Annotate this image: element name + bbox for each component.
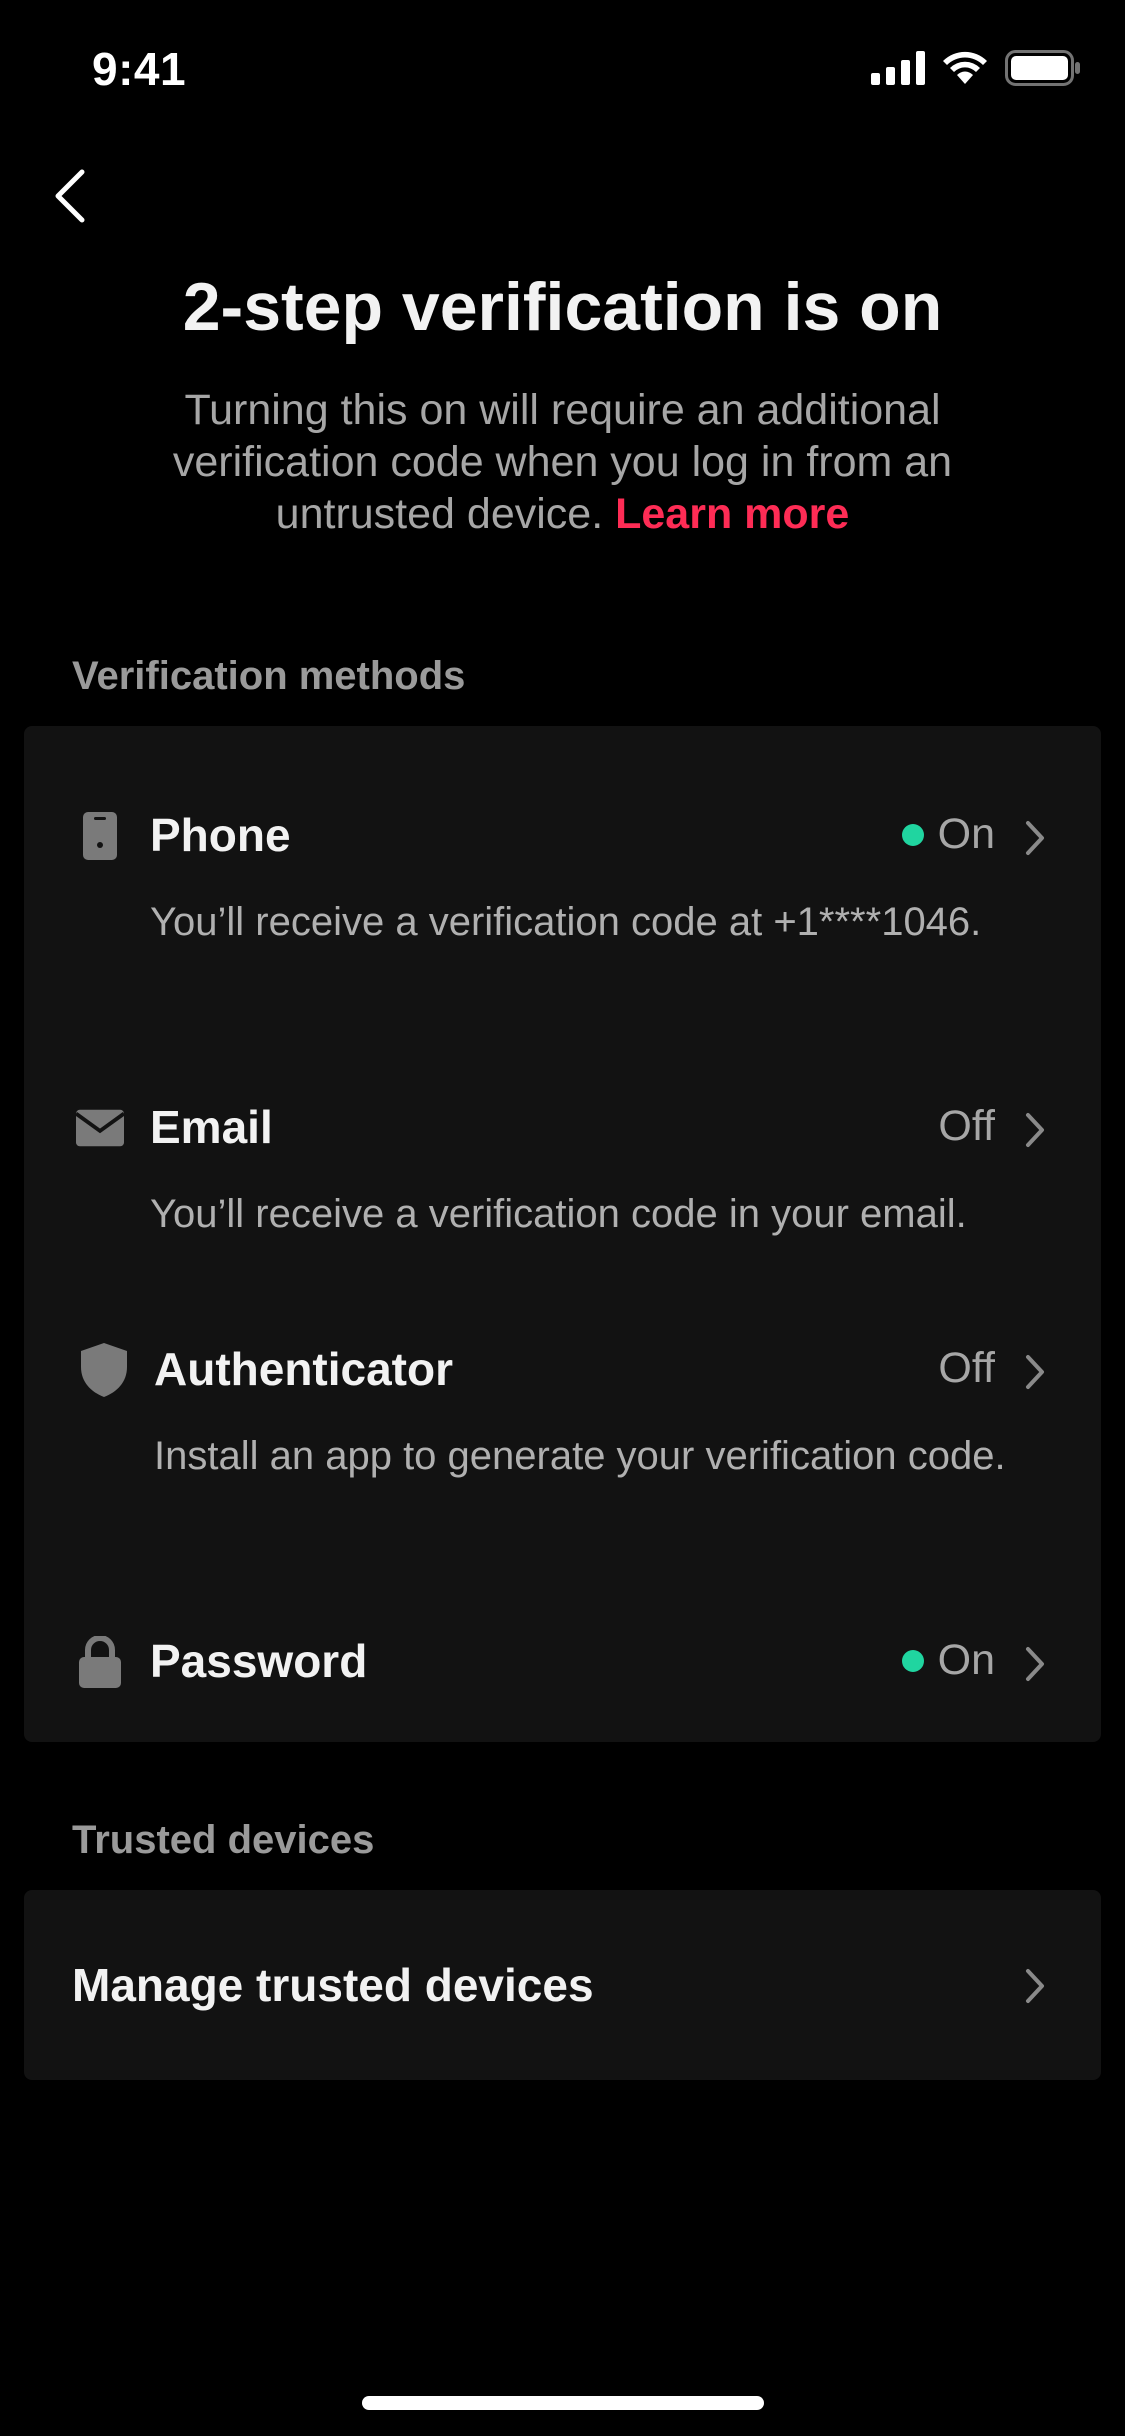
status-on-dot xyxy=(901,823,924,846)
trusted-devices-label: Trusted devices xyxy=(72,1818,375,1862)
back-button[interactable] xyxy=(40,160,100,236)
method-phone: Phone On You’ll receive a verification c… xyxy=(24,790,1101,1010)
phone-icon xyxy=(76,812,124,860)
envelope-icon xyxy=(76,1104,124,1152)
chevron-right-icon xyxy=(1023,1644,1059,1684)
lock-icon xyxy=(76,1636,124,1688)
chevron-left-icon xyxy=(52,168,88,229)
page-description: Turning this on will require an addition… xyxy=(140,384,985,540)
method-name: Authenticator xyxy=(154,1343,453,1395)
status-on-dot xyxy=(901,1649,924,1672)
page-title: 2-step verification is on xyxy=(182,269,943,345)
method-status: On xyxy=(901,1636,995,1685)
chevron-right-icon xyxy=(1023,1352,1059,1392)
method-authenticator-row[interactable]: Authenticator Off xyxy=(24,1324,1101,1414)
method-password: Password On xyxy=(24,1616,1101,1706)
battery-icon xyxy=(1005,50,1081,91)
status-text: Off xyxy=(938,1344,995,1392)
trusted-devices-card: Manage trusted devices xyxy=(24,1890,1101,2080)
method-email-row[interactable]: Email Off xyxy=(24,1082,1101,1172)
signal-icon xyxy=(871,51,925,90)
status-time: 9:41 xyxy=(92,43,187,95)
wifi-icon xyxy=(941,50,989,91)
method-password-row[interactable]: Password On xyxy=(24,1616,1101,1706)
method-name: Phone xyxy=(150,809,291,861)
chevron-right-icon xyxy=(1023,818,1059,858)
manage-trusted-devices-row[interactable]: Manage trusted devices xyxy=(24,1890,1101,2080)
method-status: On xyxy=(901,810,995,859)
method-email: Email Off You’ll receive a verification … xyxy=(24,1082,1101,1252)
method-status: Off xyxy=(938,1102,995,1151)
manage-trusted-devices-label: Manage trusted devices xyxy=(72,1959,594,2011)
method-description: Install an app to generate your verifica… xyxy=(154,1434,1006,1478)
status-text: On xyxy=(937,810,995,858)
method-status: Off xyxy=(938,1344,995,1393)
status-text: Off xyxy=(938,1102,995,1150)
method-description: You’ll receive a verification code in yo… xyxy=(150,1192,967,1236)
verification-methods-label: Verification methods xyxy=(72,654,466,698)
method-name: Email xyxy=(150,1101,273,1153)
shield-icon xyxy=(80,1343,128,1397)
verification-methods-card: Phone On You’ll receive a verification c… xyxy=(24,726,1101,1742)
home-indicator[interactable] xyxy=(362,2396,764,2410)
method-authenticator: Authenticator Off Install an app to gene… xyxy=(24,1324,1101,1544)
learn-more-link[interactable]: Learn more xyxy=(615,490,849,538)
method-description: You’ll receive a verification code at +1… xyxy=(150,900,982,944)
chevron-right-icon xyxy=(1023,1110,1059,1150)
method-phone-row[interactable]: Phone On xyxy=(24,790,1101,880)
status-text: On xyxy=(937,1636,995,1684)
status-icons xyxy=(871,50,1081,91)
method-name: Password xyxy=(150,1635,368,1687)
chevron-right-icon xyxy=(1023,1966,1059,2006)
status-bar: 9:41 xyxy=(0,0,1125,140)
